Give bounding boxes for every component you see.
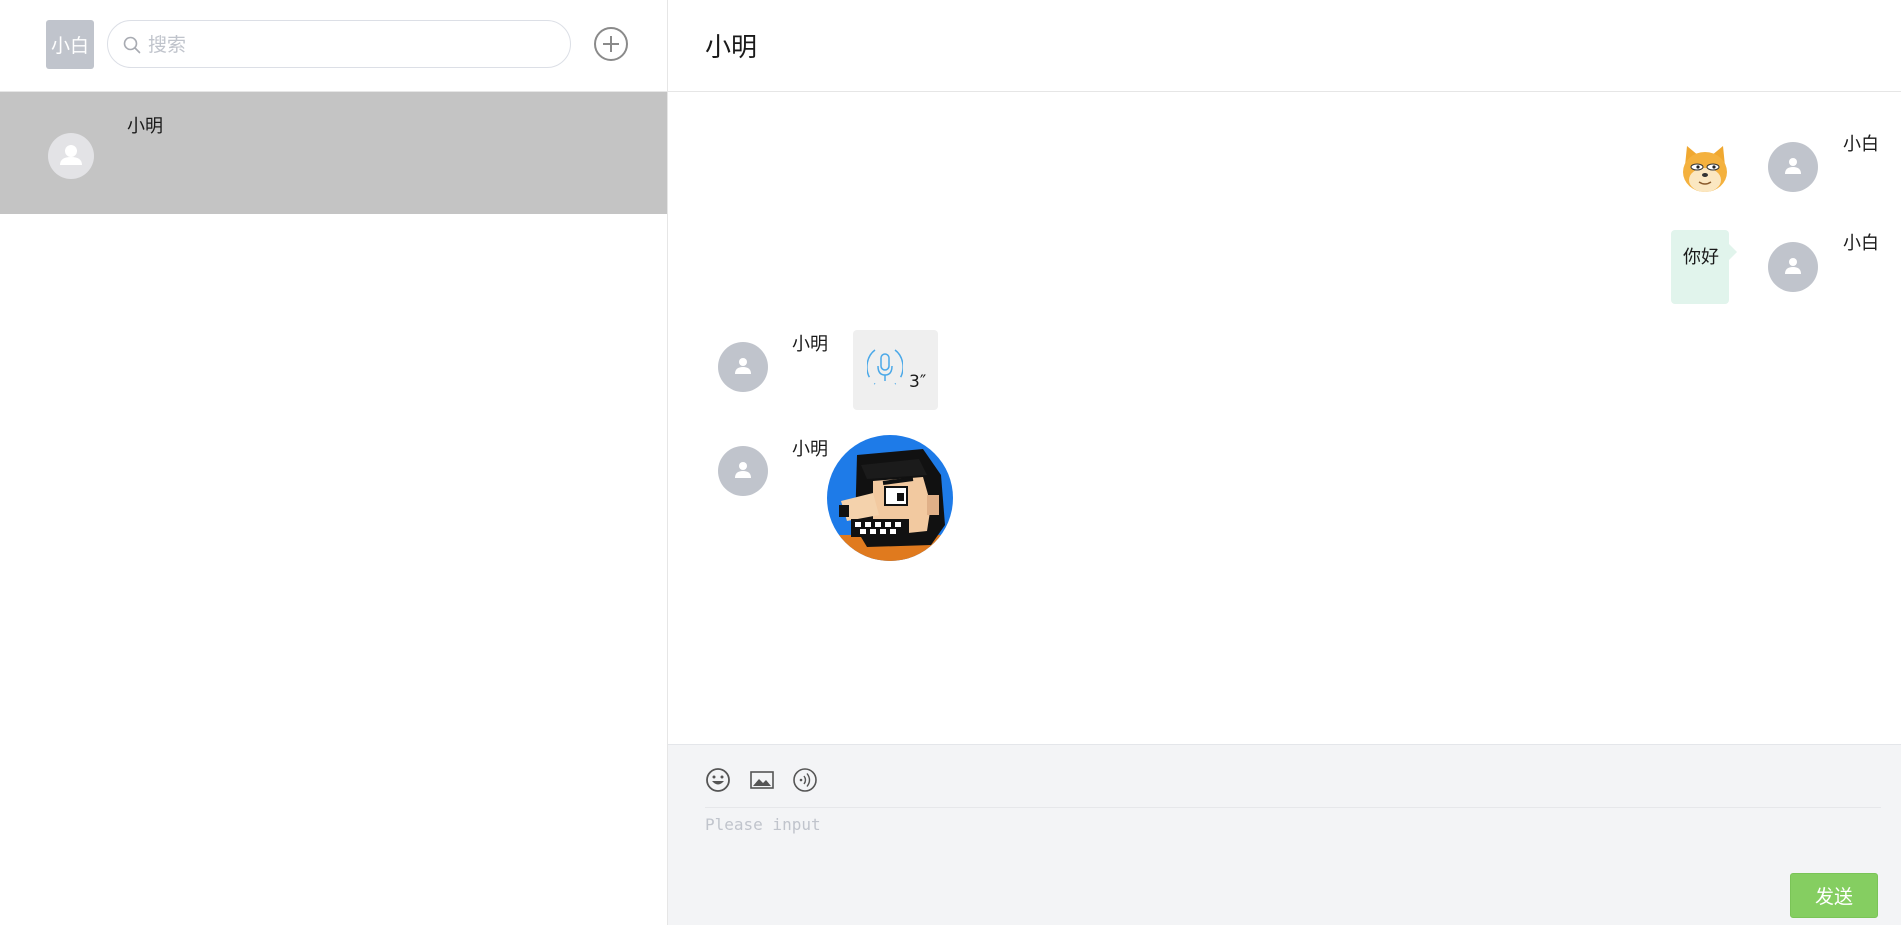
text-message-bubble[interactable]: 你好 <box>1671 230 1737 304</box>
voice-icon[interactable] <box>792 767 818 793</box>
user-icon <box>735 358 751 374</box>
user-icon <box>735 462 751 478</box>
message-list: 小白 小白 你好 小明 3″ 小明 <box>668 92 1901 744</box>
voice-message-bubble[interactable]: 3″ <box>853 330 938 410</box>
search-box[interactable] <box>107 20 571 69</box>
contact-name: 小明 <box>127 116 163 137</box>
chat-app: 小白 小明 <box>0 0 1901 925</box>
search-icon <box>123 36 141 54</box>
composer-divider <box>705 807 1881 808</box>
emoji-icon[interactable] <box>705 767 731 793</box>
image-icon[interactable] <box>749 767 775 793</box>
user-icon <box>60 145 82 165</box>
message-avatar[interactable] <box>718 446 768 496</box>
sidebar: 小白 小明 <box>0 0 668 925</box>
message-input[interactable] <box>705 811 1875 875</box>
message-sender: 小白 <box>1843 134 1879 155</box>
microphone-icon <box>867 349 903 385</box>
send-button[interactable]: 发送 <box>1790 873 1878 918</box>
contact-avatar <box>48 133 94 179</box>
self-avatar[interactable]: 小白 <box>46 20 94 69</box>
add-contact-button[interactable] <box>592 25 630 63</box>
message-composer: 发送 <box>668 744 1901 925</box>
user-icon <box>1785 258 1801 274</box>
doge-sticker[interactable] <box>1677 140 1733 196</box>
voice-duration: 3″ <box>909 372 927 392</box>
search-input[interactable] <box>146 21 560 69</box>
sidebar-header: 小白 <box>0 0 667 92</box>
pixel-art-portrait <box>827 435 953 561</box>
chat-title: 小明 <box>705 33 758 63</box>
message-avatar[interactable] <box>1768 242 1818 292</box>
message-sender: 小明 <box>792 439 828 460</box>
message-sender: 小白 <box>1843 233 1879 254</box>
message-sender: 小明 <box>792 334 828 355</box>
message-avatar[interactable] <box>718 342 768 392</box>
chat-panel: 小明 小白 小白 你好 小明 3″ 小明 Please input 发送 <box>668 0 1901 925</box>
contact-list-item[interactable]: 小明 <box>0 92 667 214</box>
chat-header: 小明 <box>668 0 1901 92</box>
message-avatar[interactable] <box>1768 142 1818 192</box>
image-message[interactable] <box>827 435 953 561</box>
user-icon <box>1785 158 1801 174</box>
